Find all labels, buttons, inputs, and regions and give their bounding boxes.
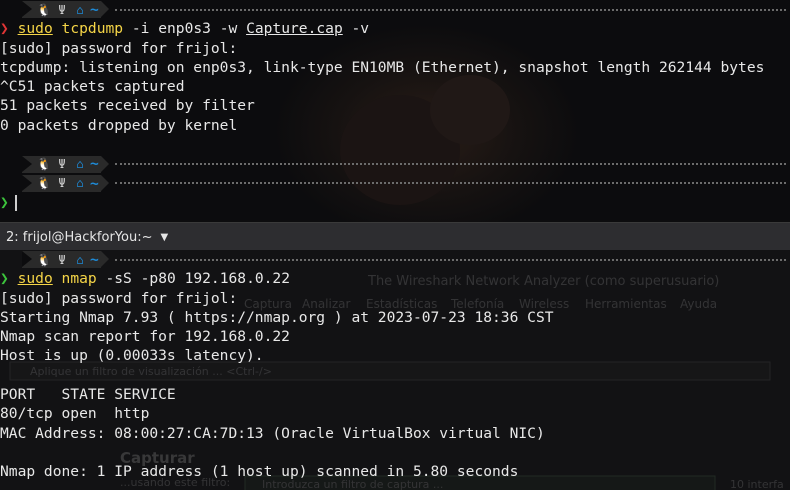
text-cursor — [14, 194, 17, 211]
fork-icon: Ψ — [58, 176, 66, 191]
prompt-dots — [114, 8, 786, 11]
fork-icon: Ψ — [58, 2, 66, 17]
output-line: [sudo] password for frijol: — [0, 39, 238, 57]
command-line: ❯ sudo tcpdump -i enp0s3 -w Capture.cap … — [0, 19, 790, 38]
tux-icon: 🐧 — [36, 157, 52, 172]
prompt-segment: 🐧 Ψ ⌂ ~ — [22, 1, 109, 19]
cmd-tail: -v — [342, 20, 370, 38]
terminal-tab-bar: 2: frijol@HackforYou:~ ▼ — [0, 222, 790, 252]
home-icon: ⌂ — [76, 176, 84, 191]
output-line: ^C51 packets captured — [0, 78, 185, 96]
prompt-arrow: ❯ — [0, 20, 9, 38]
home-icon: ⌂ — [76, 252, 84, 267]
fork-icon: Ψ — [58, 252, 66, 267]
tux-icon: 🐧 — [36, 252, 52, 267]
output-line: PORT STATE SERVICE — [0, 386, 176, 404]
output-line: [sudo] password for frijol: — [0, 289, 238, 307]
prompt-dir: ~ — [90, 174, 99, 192]
output-line: tcpdump: listening on enp0s3, link-type … — [0, 58, 765, 76]
sudo-cmd: sudo — [17, 270, 53, 288]
output-line: 0 packets dropped by kernel — [0, 116, 238, 134]
prompt-dir: ~ — [90, 155, 99, 173]
output-line: Nmap done: 1 IP address (1 host up) scan… — [0, 463, 519, 481]
home-icon: ⌂ — [76, 2, 84, 17]
output-line: Starting Nmap 7.93 ( https://nmap.org ) … — [0, 308, 554, 326]
prompt-dir: ~ — [90, 251, 99, 268]
output-line: Host is up (0.00033s latency). — [0, 347, 264, 365]
prompt-arrow: ❯ — [0, 193, 9, 211]
command-line: ❯ sudo nmap -sS -p80 192.168.0.22 — [0, 269, 790, 288]
capture-file: Capture.cap — [246, 20, 343, 38]
output-line: Nmap scan report for 192.168.0.22 — [0, 328, 290, 346]
prompt-line: 🐧 Ψ ⌂ ~ — [0, 250, 790, 269]
tcpdump-cmd: tcpdump — [61, 20, 124, 38]
terminal-pane-1[interactable]: 🐧 Ψ ⌂ ~ ❯ sudo tcpdump -i enp0s3 -w Capt… — [0, 0, 790, 222]
prompt-line: 🐧 Ψ ⌂ ~ — [0, 0, 790, 19]
prompt-dir: ~ — [90, 1, 99, 18]
prompt-arrow: ❯ — [0, 270, 9, 288]
chevron-down-icon[interactable]: ▼ — [160, 232, 168, 243]
active-command-line[interactable]: ❯ — [0, 193, 790, 212]
home-icon: ⌂ — [76, 157, 84, 172]
output-line: MAC Address: 08:00:27:CA:7D:13 (Oracle V… — [0, 424, 545, 442]
nmap-cmd: nmap — [61, 270, 97, 288]
prompt-line: 🐧 Ψ ⌂ ~ — [0, 154, 790, 173]
output-line: 80/tcp open http — [0, 405, 150, 423]
fork-icon: Ψ — [58, 157, 66, 172]
terminal-pane-2[interactable]: The Wireshark Network Analyzer (como sup… — [0, 250, 790, 490]
cmd-args: -i enp0s3 -w — [123, 20, 247, 38]
output-line: 51 packets received by filter — [0, 97, 255, 115]
tux-icon: 🐧 — [36, 2, 52, 17]
tab-label[interactable]: 2: frijol@HackforYou:~ — [6, 230, 152, 245]
tux-icon: 🐧 — [36, 176, 52, 191]
sudo-cmd: sudo — [17, 20, 53, 38]
prompt-line: 🐧 Ψ ⌂ ~ — [0, 174, 790, 193]
cmd-args: -sS -p80 192.168.0.22 — [96, 270, 290, 288]
